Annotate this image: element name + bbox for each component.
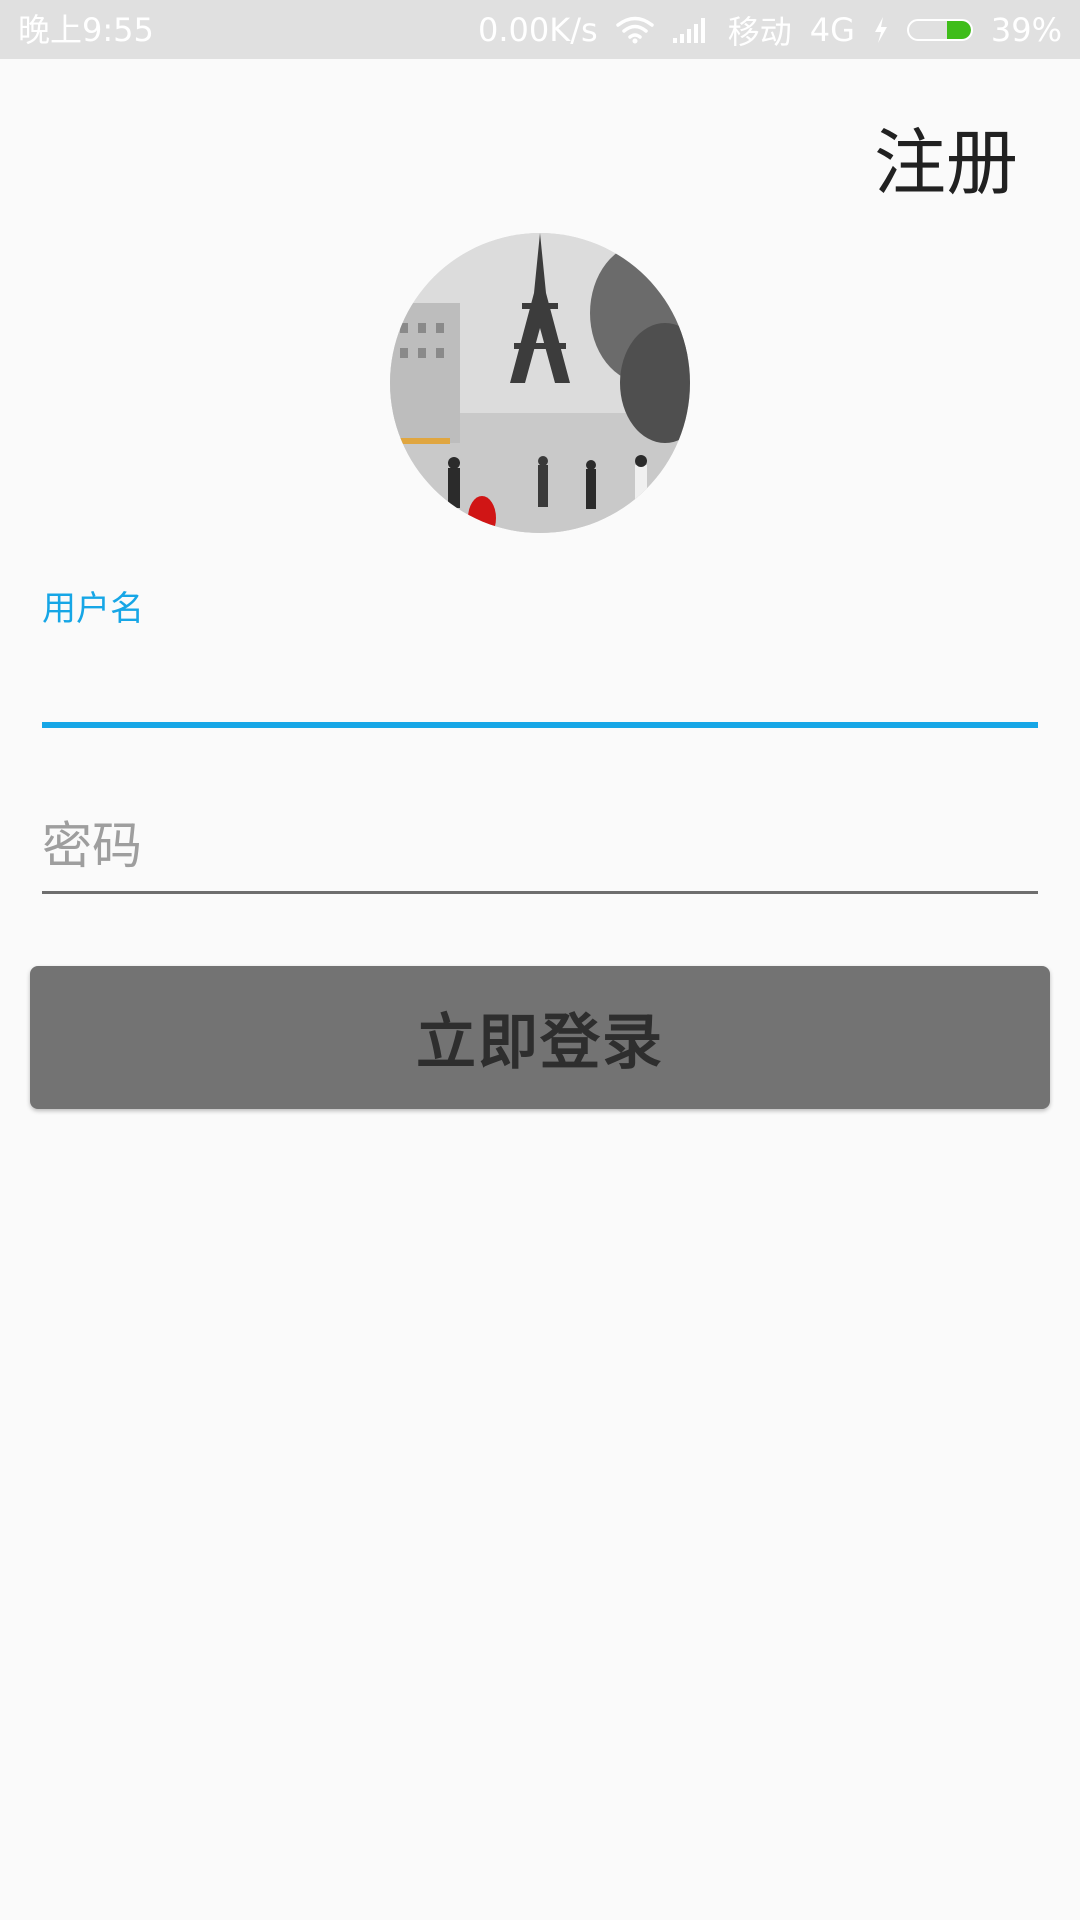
battery-percent: 39% (990, 11, 1062, 49)
avatar-image (390, 233, 690, 533)
battery-fill (946, 21, 971, 39)
status-time: 晚上9:55 (18, 11, 154, 49)
register-link[interactable]: 注册 (874, 118, 1018, 208)
login-button[interactable]: 立即登录 (30, 966, 1050, 1109)
carrier-name: 移动 (727, 13, 792, 51)
status-bar: 晚上9:55 0.00K/s 移动 4G 39% (0, 0, 1080, 59)
avatar[interactable] (390, 233, 690, 533)
network-speed: 0.00K/s (478, 11, 598, 49)
wifi-icon (615, 16, 654, 44)
login-screen: 晚上9:55 0.00K/s 移动 4G 39% 注册 用户名 立即登录 (0, 0, 1080, 1920)
network-type: 4G (809, 11, 855, 49)
charging-icon (873, 16, 889, 44)
password-field[interactable] (42, 800, 1038, 894)
signal-icon (672, 16, 710, 44)
username-label: 用户名 (42, 589, 144, 629)
status-right-group: 0.00K/s 移动 4G 39% (478, 10, 1062, 51)
username-field[interactable] (42, 640, 1038, 728)
battery-icon (906, 19, 973, 41)
